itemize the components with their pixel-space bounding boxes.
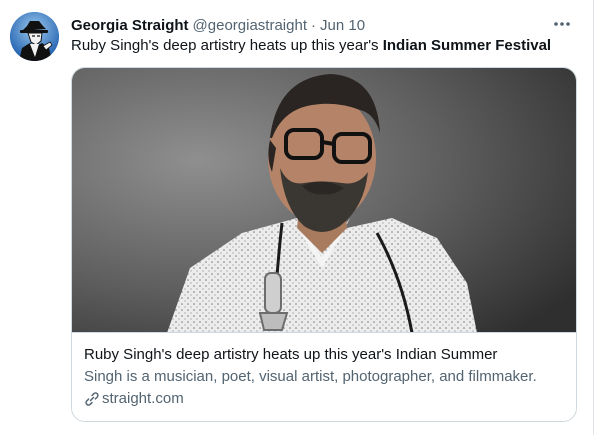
georgia-straight-logo xyxy=(10,12,59,61)
author-name[interactable]: Georgia Straight xyxy=(71,17,189,34)
card-photo xyxy=(72,68,576,332)
tweet-text-bold: Indian Summer Festival xyxy=(382,37,552,54)
author-handle[interactable]: @georgiastraight xyxy=(193,17,307,34)
avatar[interactable] xyxy=(10,12,59,61)
card-domain-text: straight.com xyxy=(102,390,184,407)
tweet-header: Georgia Straight @georgiastraight · Jun … xyxy=(71,14,577,36)
header-separator: · xyxy=(311,16,316,34)
card-domain: straight.com xyxy=(84,389,564,409)
tweet[interactable]: Georgia Straight @georgiastraight · Jun … xyxy=(0,0,594,435)
tweet-text-plain: Ruby Singh's deep artistry heats up this… xyxy=(71,37,383,54)
tweet-text: Ruby Singh's deep artistry heats up this… xyxy=(71,36,577,56)
tweet-date[interactable]: Jun 10 xyxy=(320,17,365,34)
more-button[interactable] xyxy=(551,14,573,34)
card-image[interactable] xyxy=(72,68,576,333)
link-icon xyxy=(84,391,100,407)
card-meta: Ruby Singh's deep artistry heats up this… xyxy=(84,345,564,409)
more-horizontal-icon xyxy=(554,22,570,26)
link-card[interactable]: Ruby Singh's deep artistry heats up this… xyxy=(71,67,577,422)
card-description: Singh is a musician, poet, visual artist… xyxy=(84,368,537,385)
card-title: Ruby Singh's deep artistry heats up this… xyxy=(84,346,498,363)
